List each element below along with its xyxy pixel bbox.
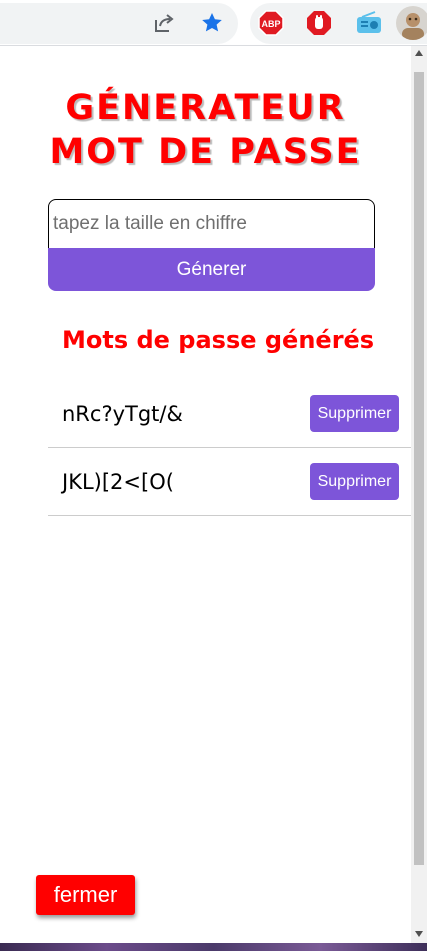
scrollbar[interactable]: [411, 46, 427, 943]
popup-body: GÉNERATEUR MOT DE PASSE Génerer Mots de …: [0, 46, 411, 943]
radio-icon[interactable]: [355, 11, 383, 35]
share-icon[interactable]: [150, 9, 178, 37]
bookmark-star-icon[interactable]: [198, 9, 226, 37]
scroll-thumb[interactable]: [414, 72, 424, 865]
title-line-1: GÉNERATEUR: [65, 88, 346, 128]
generate-button[interactable]: Génerer: [48, 248, 375, 291]
generator-form: Génerer: [48, 199, 375, 291]
title-line-2: MOT DE PASSE: [49, 132, 362, 172]
password-text: JKL)[2<[O(: [62, 470, 174, 494]
list-item: nRc?yTgt/& Supprimer: [48, 380, 411, 448]
generated-list-heading: Mots de passe générés: [62, 326, 375, 354]
adblock-plus-icon[interactable]: ABP: [258, 10, 284, 36]
background-page-strip: [0, 943, 427, 951]
browser-toolbar: ABP: [0, 0, 427, 46]
close-button[interactable]: fermer: [36, 875, 135, 915]
list-item: JKL)[2<[O( Supprimer: [48, 448, 411, 516]
scroll-down-icon[interactable]: [415, 931, 423, 937]
stop-hand-icon[interactable]: [306, 10, 332, 36]
abp-text: ABP: [261, 19, 280, 29]
delete-button[interactable]: Supprimer: [310, 463, 399, 500]
scroll-up-icon[interactable]: [415, 50, 423, 56]
profile-avatar-icon[interactable]: [396, 6, 427, 40]
password-list: nRc?yTgt/& Supprimer JKL)[2<[O( Supprime…: [48, 380, 411, 516]
delete-button[interactable]: Supprimer: [310, 395, 399, 432]
password-text: nRc?yTgt/&: [62, 402, 183, 426]
size-input[interactable]: [48, 199, 375, 249]
page-title: GÉNERATEUR MOT DE PASSE: [0, 86, 411, 174]
